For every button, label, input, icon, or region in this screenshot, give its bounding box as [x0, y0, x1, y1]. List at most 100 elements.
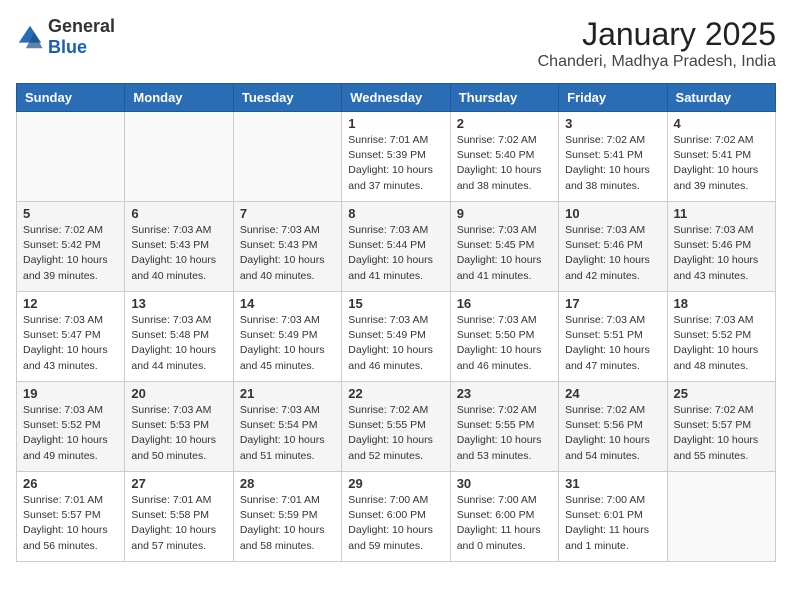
location-title: Chanderi, Madhya Pradesh, India — [538, 53, 776, 71]
calendar-cell: 7Sunrise: 7:03 AM Sunset: 5:43 PM Daylig… — [233, 202, 341, 292]
day-number: 15 — [348, 296, 443, 311]
calendar-cell: 21 Sunrise: 7:03 AM Sunset: 5:54 PM Dayli… — [233, 382, 341, 472]
day-number: 6 — [131, 206, 226, 221]
day-number: 4 — [674, 116, 769, 131]
weekday-header: Friday — [559, 84, 667, 112]
day-info: Sunrise: 7:03 AM Sunset: 5:50 PM Dayligh… — [457, 313, 552, 374]
day-info: Sunrise: 7:03 AM Sunset: 5:46 PM Dayligh… — [565, 223, 660, 284]
calendar-cell: 14 Sunrise: 7:03 AM Sunset: 5:49 PM Dayli… — [233, 292, 341, 382]
day-info: Sunrise: 7:03 AM Sunset: 5:51 PM Dayligh… — [565, 313, 660, 374]
calendar-cell: 10 Sunrise: 7:03 AM Sunset: 5:46 PM Dayli… — [559, 202, 667, 292]
day-number: 28 — [240, 476, 335, 491]
calendar-week-row: 5 Sunrise: 7:02 AM Sunset: 5:42 PM Daylig… — [17, 202, 776, 292]
day-info: Sunrise: 7:03 AM Sunset: 5:54 PM Dayligh… — [240, 403, 335, 464]
calendar-cell: 5 Sunrise: 7:02 AM Sunset: 5:42 PM Daylig… — [17, 202, 125, 292]
day-info: Sunrise: 7:02 AM Sunset: 5:41 PM Dayligh… — [674, 133, 769, 194]
calendar-table: SundayMondayTuesdayWednesdayThursdayFrid… — [16, 83, 776, 562]
day-number: 10 — [565, 206, 660, 221]
calendar-cell: 11 Sunrise: 7:03 AM Sunset: 5:46 PM Dayli… — [667, 202, 775, 292]
calendar-cell — [233, 112, 341, 202]
calendar-cell: 3 Sunrise: 7:02 AM Sunset: 5:41 PM Daylig… — [559, 112, 667, 202]
calendar-cell: 13 Sunrise: 7:03 AM Sunset: 5:48 PM Dayli… — [125, 292, 233, 382]
calendar-cell: 26 Sunrise: 7:01 AM Sunset: 5:57 PM Dayli… — [17, 472, 125, 562]
weekday-header: Sunday — [17, 84, 125, 112]
day-info: Sunrise: 7:03 AM Sunset: 5:52 PM Dayligh… — [23, 403, 118, 464]
calendar-cell: 29Sunrise: 7:00 AM Sunset: 6:00 PM Dayli… — [342, 472, 450, 562]
weekday-header-row: SundayMondayTuesdayWednesdayThursdayFrid… — [17, 84, 776, 112]
calendar-cell: 12 Sunrise: 7:03 AM Sunset: 5:47 PM Dayli… — [17, 292, 125, 382]
logo-icon — [16, 23, 44, 51]
day-info: Sunrise: 7:02 AM Sunset: 5:40 PM Dayligh… — [457, 133, 552, 194]
logo-general: General — [48, 16, 115, 36]
day-info: Sunrise: 7:02 AM Sunset: 5:41 PM Dayligh… — [565, 133, 660, 194]
weekday-header: Wednesday — [342, 84, 450, 112]
calendar-cell: 8Sunrise: 7:03 AM Sunset: 5:44 PM Daylig… — [342, 202, 450, 292]
calendar-cell: 16 Sunrise: 7:03 AM Sunset: 5:50 PM Dayli… — [450, 292, 558, 382]
day-number: 9 — [457, 206, 552, 221]
day-number: 25 — [674, 386, 769, 401]
title-block: January 2025 Chanderi, Madhya Pradesh, I… — [538, 16, 776, 71]
day-info: Sunrise: 7:03 AM Sunset: 5:52 PM Dayligh… — [674, 313, 769, 374]
day-number: 14 — [240, 296, 335, 311]
calendar-week-row: 12 Sunrise: 7:03 AM Sunset: 5:47 PM Dayli… — [17, 292, 776, 382]
day-info: Sunrise: 7:02 AM Sunset: 5:55 PM Dayligh… — [457, 403, 552, 464]
day-number: 11 — [674, 206, 769, 221]
page-header: General Blue January 2025 Chanderi, Madh… — [16, 16, 776, 71]
calendar-cell: 6Sunrise: 7:03 AM Sunset: 5:43 PM Daylig… — [125, 202, 233, 292]
calendar-week-row: 19 Sunrise: 7:03 AM Sunset: 5:52 PM Dayli… — [17, 382, 776, 472]
day-info: Sunrise: 7:03 AM Sunset: 5:48 PM Dayligh… — [131, 313, 226, 374]
day-number: 5 — [23, 206, 118, 221]
day-number: 27 — [131, 476, 226, 491]
calendar-cell: 24 Sunrise: 7:02 AM Sunset: 5:56 PM Dayli… — [559, 382, 667, 472]
calendar-cell: 30 Sunrise: 7:00 AM Sunset: 6:00 PM Dayli… — [450, 472, 558, 562]
calendar-cell — [667, 472, 775, 562]
day-info: Sunrise: 7:00 AM Sunset: 6:00 PM Dayligh… — [348, 493, 443, 554]
day-info: Sunrise: 7:00 AM Sunset: 6:00 PM Dayligh… — [457, 493, 552, 554]
day-number: 19 — [23, 386, 118, 401]
month-title: January 2025 — [538, 16, 776, 53]
day-info: Sunrise: 7:03 AM Sunset: 5:49 PM Dayligh… — [240, 313, 335, 374]
day-number: 24 — [565, 386, 660, 401]
calendar-cell: 20Sunrise: 7:03 AM Sunset: 5:53 PM Dayli… — [125, 382, 233, 472]
calendar-cell: 1Sunrise: 7:01 AM Sunset: 5:39 PM Daylig… — [342, 112, 450, 202]
logo: General Blue — [16, 16, 115, 58]
day-info: Sunrise: 7:01 AM Sunset: 5:59 PM Dayligh… — [240, 493, 335, 554]
day-number: 31 — [565, 476, 660, 491]
calendar-cell: 2Sunrise: 7:02 AM Sunset: 5:40 PM Daylig… — [450, 112, 558, 202]
day-info: Sunrise: 7:01 AM Sunset: 5:58 PM Dayligh… — [131, 493, 226, 554]
day-info: Sunrise: 7:02 AM Sunset: 5:57 PM Dayligh… — [674, 403, 769, 464]
day-number: 16 — [457, 296, 552, 311]
calendar-cell: 31 Sunrise: 7:00 AM Sunset: 6:01 PM Dayli… — [559, 472, 667, 562]
day-number: 21 — [240, 386, 335, 401]
calendar-cell — [17, 112, 125, 202]
day-number: 22 — [348, 386, 443, 401]
day-info: Sunrise: 7:00 AM Sunset: 6:01 PM Dayligh… — [565, 493, 660, 554]
calendar-cell: 28 Sunrise: 7:01 AM Sunset: 5:59 PM Dayli… — [233, 472, 341, 562]
day-info: Sunrise: 7:03 AM Sunset: 5:47 PM Dayligh… — [23, 313, 118, 374]
day-number: 17 — [565, 296, 660, 311]
calendar-cell: 4 Sunrise: 7:02 AM Sunset: 5:41 PM Daylig… — [667, 112, 775, 202]
day-info: Sunrise: 7:03 AM Sunset: 5:43 PM Dayligh… — [240, 223, 335, 284]
day-number: 3 — [565, 116, 660, 131]
day-number: 26 — [23, 476, 118, 491]
calendar-cell: 23 Sunrise: 7:02 AM Sunset: 5:55 PM Dayli… — [450, 382, 558, 472]
day-info: Sunrise: 7:03 AM Sunset: 5:53 PM Dayligh… — [131, 403, 226, 464]
day-number: 13 — [131, 296, 226, 311]
day-number: 23 — [457, 386, 552, 401]
day-number: 30 — [457, 476, 552, 491]
day-info: Sunrise: 7:01 AM Sunset: 5:57 PM Dayligh… — [23, 493, 118, 554]
calendar-week-row: 1Sunrise: 7:01 AM Sunset: 5:39 PM Daylig… — [17, 112, 776, 202]
weekday-header: Tuesday — [233, 84, 341, 112]
day-info: Sunrise: 7:02 AM Sunset: 5:56 PM Dayligh… — [565, 403, 660, 464]
day-number: 8 — [348, 206, 443, 221]
calendar-cell: 15Sunrise: 7:03 AM Sunset: 5:49 PM Dayli… — [342, 292, 450, 382]
weekday-header: Saturday — [667, 84, 775, 112]
day-info: Sunrise: 7:02 AM Sunset: 5:55 PM Dayligh… — [348, 403, 443, 464]
day-number: 12 — [23, 296, 118, 311]
day-info: Sunrise: 7:03 AM Sunset: 5:46 PM Dayligh… — [674, 223, 769, 284]
day-number: 1 — [348, 116, 443, 131]
calendar-cell: 18Sunrise: 7:03 AM Sunset: 5:52 PM Dayli… — [667, 292, 775, 382]
calendar-cell: 19 Sunrise: 7:03 AM Sunset: 5:52 PM Dayli… — [17, 382, 125, 472]
calendar-cell: 25 Sunrise: 7:02 AM Sunset: 5:57 PM Dayli… — [667, 382, 775, 472]
day-info: Sunrise: 7:02 AM Sunset: 5:42 PM Dayligh… — [23, 223, 118, 284]
